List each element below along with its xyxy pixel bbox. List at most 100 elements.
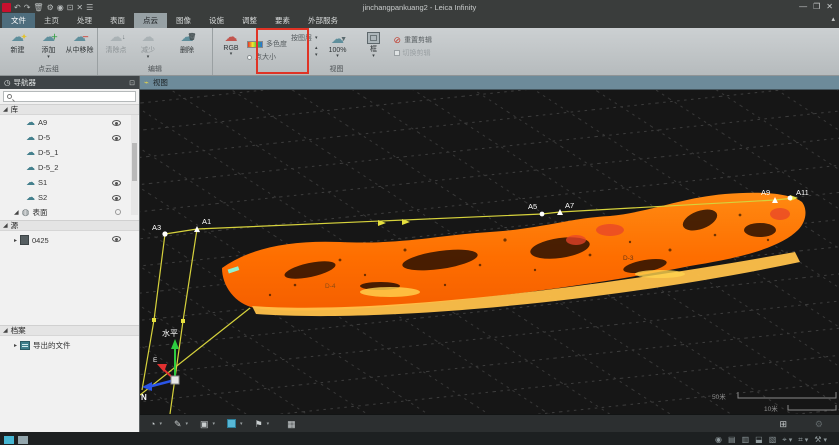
status-doc-icon[interactable]: ▤ bbox=[728, 435, 736, 444]
panel-pin-icon[interactable]: ⊡ bbox=[129, 79, 135, 87]
window-icon[interactable]: ⊡ bbox=[67, 3, 74, 12]
status-tile2-icon[interactable] bbox=[18, 436, 28, 444]
chevron-down-icon[interactable]: ▾ bbox=[267, 419, 270, 429]
section-source[interactable]: ◢ 源 bbox=[0, 220, 139, 231]
marker-label: A7 bbox=[565, 201, 574, 210]
status-tool-dropdown[interactable]: ⚒▾ bbox=[814, 435, 827, 444]
toggle-clip-checkbox[interactable]: 切换剪辑 bbox=[394, 48, 433, 58]
chevron-down-icon[interactable]: ▾ bbox=[240, 419, 243, 429]
status-tile-icon[interactable] bbox=[4, 436, 14, 444]
group-edit: ☁↓ 清除点 ☁ 减少 ▾ ☁🗑 删除 编辑 bbox=[97, 28, 212, 75]
cloud-add-icon: ☁＋ bbox=[42, 30, 55, 45]
remove-from-button[interactable]: ☁－ 从中移除 bbox=[64, 29, 95, 55]
no-entry-icon: ⊘ bbox=[394, 36, 402, 45]
status-copy-icon[interactable]: ▧ bbox=[769, 435, 777, 444]
clear-points-button[interactable]: ☁↓ 清除点 bbox=[100, 29, 132, 55]
redo-icon[interactable]: ↷ bbox=[24, 3, 31, 12]
viewport-canvas[interactable]: A3 A1 A5 A7 A9 A11 D-3 D-4 bbox=[140, 90, 839, 414]
expander-icon[interactable]: ◢ bbox=[3, 222, 8, 229]
zoom-100-button[interactable]: ☁▼ 100% ▾ bbox=[322, 31, 354, 62]
undo-icon[interactable]: ↶ bbox=[14, 3, 21, 12]
checkbox-icon bbox=[394, 50, 400, 56]
tree-item-d5-1[interactable]: ☁ D-5_1 bbox=[0, 145, 139, 160]
spinner-down-icon[interactable]: ▾ bbox=[315, 53, 318, 57]
grid-toggle-icon[interactable]: ▦ bbox=[287, 419, 296, 429]
tree-item-s2[interactable]: ☁ S2 bbox=[0, 190, 139, 205]
point-cloud-icon: ☁ bbox=[26, 163, 35, 172]
rgb-button[interactable]: ☁ RGB ▾ bbox=[215, 29, 247, 56]
spinner-up-icon[interactable]: ▴ bbox=[315, 46, 318, 50]
cube-view-icon[interactable]: ▣ bbox=[200, 419, 209, 429]
tab-process[interactable]: 处理 bbox=[68, 13, 101, 28]
delete-button[interactable]: ☁🗑 删除 bbox=[164, 29, 210, 55]
status-unit-dropdown[interactable]: ⌖▾ bbox=[782, 435, 792, 445]
status-target-icon[interactable]: ◉ bbox=[715, 435, 722, 444]
tab-adjustments[interactable]: 调整 bbox=[233, 13, 266, 28]
flag-filter-icon[interactable]: ⚑ bbox=[255, 419, 263, 429]
list-icon[interactable]: ☰ bbox=[86, 3, 93, 12]
close-tool-icon[interactable]: ✕ bbox=[76, 3, 83, 12]
tree-item-d5[interactable]: ☁ D-5 bbox=[0, 130, 139, 145]
viewport-settings-gear-icon[interactable]: ⚙ bbox=[815, 419, 823, 429]
status-layers-icon[interactable]: ⬓ bbox=[755, 435, 763, 444]
status-save-icon[interactable]: ▥ bbox=[742, 435, 750, 444]
minimize-button[interactable]: — bbox=[799, 2, 807, 12]
tab-features[interactable]: 要素 bbox=[266, 13, 299, 28]
ribbon-collapse-icon[interactable]: ▴ bbox=[831, 15, 835, 23]
search-icon bbox=[7, 94, 12, 99]
tree-item-a9[interactable]: ☁ A9 bbox=[0, 115, 139, 130]
clip-box-icon[interactable] bbox=[227, 419, 236, 428]
window-title: jinchangpankuang2 - Leica Infinity bbox=[0, 3, 839, 12]
point-cloud-icon: ☁ bbox=[26, 193, 35, 202]
expander-icon[interactable]: ◢ bbox=[14, 209, 19, 216]
chevron-down-icon[interactable]: ▾ bbox=[159, 419, 162, 429]
cloud-remove-icon: ☁－ bbox=[73, 30, 86, 45]
tree-item-exported-files[interactable]: ▸ 导出的文件 bbox=[0, 336, 139, 354]
tab-home[interactable]: 主页 bbox=[35, 13, 68, 28]
expander-icon[interactable]: ▸ bbox=[14, 342, 17, 349]
chevron-down-icon[interactable]: ▾ bbox=[186, 419, 189, 429]
section-library[interactable]: ◢ 库 bbox=[0, 104, 139, 115]
tree-item-d5-2[interactable]: ☁ D-5_2 bbox=[0, 160, 139, 175]
tab-services[interactable]: 外部服务 bbox=[299, 13, 347, 28]
group-label-edit: 编辑 bbox=[100, 64, 210, 75]
restore-button[interactable]: ❐ bbox=[813, 2, 820, 12]
tab-point-cloud[interactable]: 点云 bbox=[134, 13, 167, 28]
reset-clip-button[interactable]: ⊘ 重置剪辑 bbox=[394, 35, 433, 45]
visibility-eye-icon[interactable] bbox=[112, 135, 121, 141]
tab-surfaces[interactable]: 表面 bbox=[101, 13, 134, 28]
box-button[interactable]: 框 ▾ bbox=[358, 31, 390, 62]
expander-icon[interactable]: ◢ bbox=[3, 327, 8, 334]
svg-text:D-3: D-3 bbox=[623, 255, 634, 262]
tree-item-0425[interactable]: ▸ 0425 bbox=[0, 231, 139, 249]
frame-select-icon[interactable]: ⊞ bbox=[779, 419, 787, 429]
box-cube-icon bbox=[367, 32, 380, 44]
reduce-button[interactable]: ☁ 减少 ▾ bbox=[132, 29, 164, 59]
tree-scrollbar[interactable] bbox=[131, 115, 138, 215]
chevron-down-icon[interactable]: ▾ bbox=[213, 419, 216, 429]
add-button[interactable]: ☁＋ 添加 ▾ bbox=[33, 29, 64, 59]
visibility-eye-icon[interactable] bbox=[112, 195, 121, 201]
tree-item-surface[interactable]: ◢ ◍ 表面 bbox=[0, 205, 139, 220]
section-archive[interactable]: ◢ 档案 bbox=[0, 325, 139, 336]
delete-highlight-box bbox=[256, 28, 309, 74]
close-button[interactable]: ✕ bbox=[826, 2, 833, 12]
expander-icon[interactable]: ▸ bbox=[14, 237, 17, 244]
visibility-eye-icon[interactable] bbox=[112, 236, 121, 242]
snapshot-icon[interactable]: ◉ bbox=[57, 3, 64, 12]
delete-icon[interactable]: 🗑 bbox=[33, 3, 43, 12]
measure-icon[interactable]: ✎ bbox=[174, 419, 182, 429]
visibility-eye-icon[interactable] bbox=[112, 180, 121, 186]
navigator-search[interactable] bbox=[3, 91, 136, 102]
tab-infrastructure[interactable]: 设施 bbox=[200, 13, 233, 28]
visibility-eye-icon[interactable] bbox=[112, 120, 121, 126]
orbit-icon[interactable]: ◔ bbox=[150, 419, 155, 429]
status-snap-dropdown[interactable]: ⌗▾ bbox=[798, 435, 808, 445]
expander-icon[interactable]: ◢ bbox=[3, 106, 8, 113]
new-button[interactable]: ☁✦ 新建 bbox=[2, 29, 33, 55]
tree-item-s1[interactable]: ☁ S1 bbox=[0, 175, 139, 190]
search-input[interactable] bbox=[15, 93, 132, 100]
tab-imaging[interactable]: 图像 bbox=[167, 13, 200, 28]
tab-file[interactable]: 文件 bbox=[2, 13, 35, 28]
settings-gear-icon[interactable]: ⚙ bbox=[47, 3, 54, 12]
